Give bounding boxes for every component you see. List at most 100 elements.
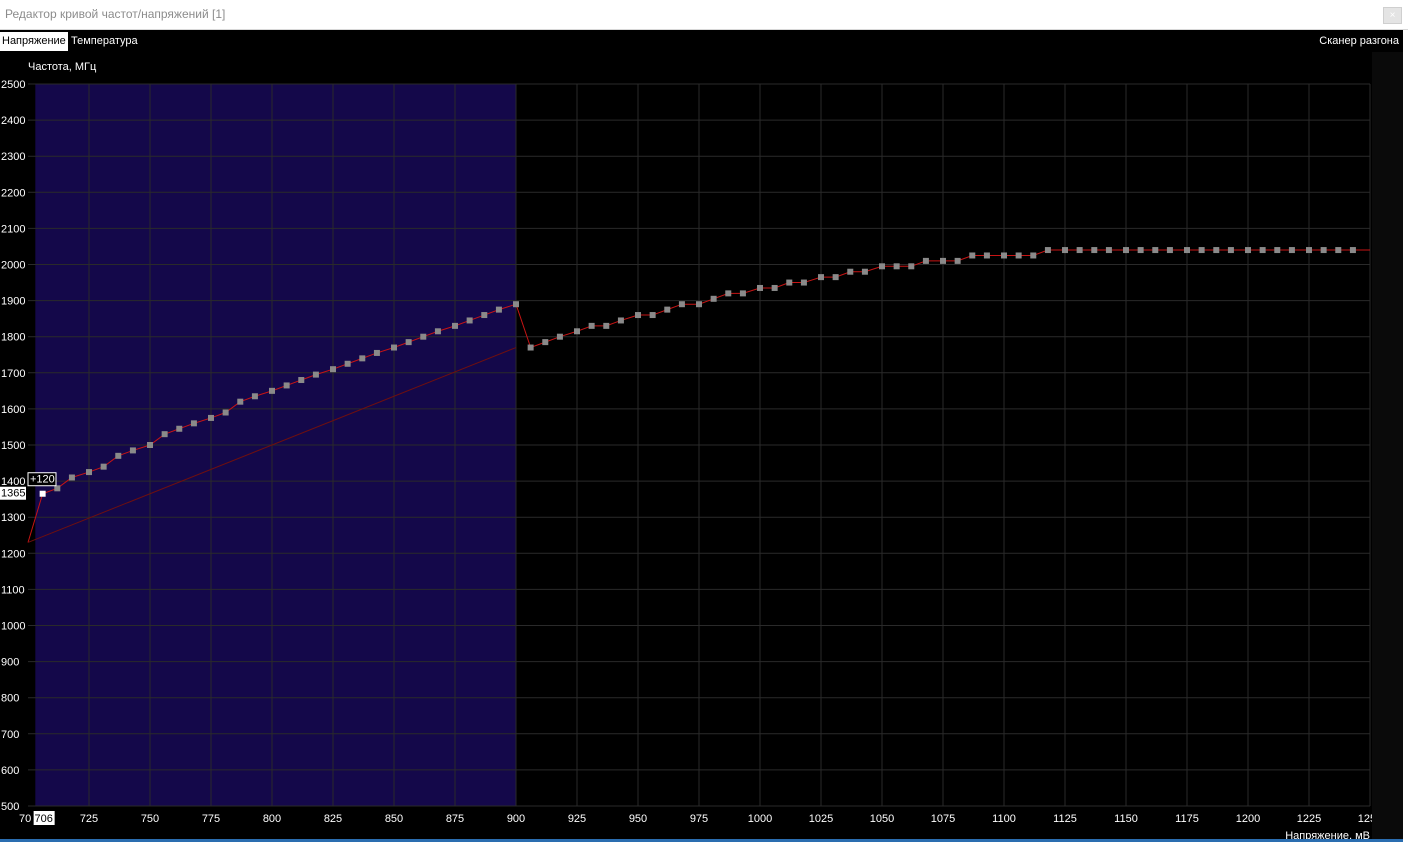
curve-point[interactable] [466,317,473,324]
curve-point[interactable] [481,312,488,319]
curve-point[interactable] [649,312,656,319]
curve-point[interactable] [1349,247,1356,254]
curve-point[interactable] [664,306,671,313]
curve-point[interactable] [603,322,610,329]
curve-point[interactable] [147,442,153,448]
curve-point-selected[interactable] [39,490,46,497]
curve-point[interactable] [1076,247,1083,254]
curve-point[interactable] [283,382,290,389]
curve-point[interactable] [879,263,885,270]
curve-point[interactable] [1288,247,1295,254]
curve-point[interactable] [1259,247,1266,254]
curve-point[interactable] [1213,247,1220,254]
curve-point[interactable] [1062,247,1068,254]
curve-point[interactable] [678,301,685,308]
curve-point[interactable] [1227,247,1234,254]
curve-point[interactable] [115,452,122,459]
curve-point[interactable] [617,317,624,324]
curve-point[interactable] [556,333,563,340]
curve-point[interactable] [391,344,397,351]
curve-point[interactable] [1152,247,1159,254]
curve-point[interactable] [190,420,197,427]
curve-point[interactable] [1198,247,1205,254]
curve-point[interactable] [969,252,976,259]
vf-curve-chart[interactable]: 500 600 700 800 900 1000 1100 1200 1300 1400 1500 1… [0,52,1372,839]
curve-point[interactable] [725,290,732,297]
curve-point[interactable] [818,274,824,281]
curve-point[interactable] [1015,252,1022,259]
curve-point[interactable] [495,306,502,313]
curve-point[interactable] [330,366,336,373]
curve-point[interactable] [696,301,702,308]
curve-point[interactable] [420,333,427,340]
curve-point[interactable] [908,263,915,270]
curve-point[interactable] [269,387,275,394]
curve-point[interactable] [574,328,580,335]
curve-point[interactable] [893,263,900,270]
curve-point[interactable] [237,398,244,405]
close-button[interactable]: × [1383,7,1402,24]
curve-point[interactable] [251,393,258,400]
x-axis-ticks: 70 725 750 775 800 825 850 875 900 925 950 975 1000 1… [19,813,1372,825]
curve-point[interactable] [1335,247,1342,254]
curve-point[interactable] [588,322,595,329]
curve-point[interactable] [1274,247,1281,254]
curve-point[interactable] [1105,247,1112,254]
curve-point[interactable] [344,360,351,367]
oc-scanner-button[interactable]: Сканер разгона [1319,32,1399,51]
curve-point[interactable] [129,447,136,454]
curve-point[interactable] [847,268,854,275]
x-axis-label: Напряжение, мВ [1285,830,1370,839]
curve-point[interactable] [861,268,868,275]
curve-point[interactable] [832,274,839,281]
curve-point[interactable] [1030,252,1037,259]
curve-point[interactable] [739,290,746,297]
y-tick-label: 1200 [1,548,25,560]
y-tick-label: 2500 [1,79,25,91]
curve-point[interactable] [800,279,807,286]
curve-point[interactable] [100,463,107,470]
curve-point[interactable] [527,344,534,351]
curve-point[interactable] [757,284,763,291]
curve-point[interactable] [312,371,319,378]
curve-point[interactable] [771,284,778,291]
curve-point[interactable] [786,279,793,286]
curve-point[interactable] [298,377,305,384]
curve-point[interactable] [513,301,519,308]
curve-point[interactable] [1245,247,1251,254]
curve-point[interactable] [1184,247,1190,254]
curve-point[interactable] [710,295,717,302]
curve-point[interactable] [176,425,183,432]
curve-point[interactable] [434,328,441,335]
curve-point[interactable] [1123,247,1129,254]
y-tick-label: 500 [1,801,19,813]
tab-voltage[interactable]: Напряжение [0,32,68,51]
y-tick-label: 1400 [1,476,25,488]
curve-point[interactable] [1001,252,1007,259]
curve-point[interactable] [373,349,380,356]
curve-point[interactable] [452,322,458,329]
tab-temperature[interactable]: Температура [69,32,140,51]
curve-point[interactable] [1306,247,1312,254]
curve-point[interactable] [1137,247,1144,254]
grid [28,83,1371,807]
curve-point[interactable] [208,414,214,421]
x-tick-label: 750 [141,813,159,825]
curve-point[interactable] [922,257,929,264]
curve-point[interactable] [940,257,946,264]
curve-point[interactable] [983,252,990,259]
curve-point[interactable] [1091,247,1098,254]
curve-point[interactable] [359,355,366,362]
curve-point[interactable] [161,431,168,438]
curve-point[interactable] [86,469,92,476]
curve-point[interactable] [1320,247,1327,254]
curve-point[interactable] [405,339,412,346]
curve-point[interactable] [635,312,641,319]
curve-point[interactable] [542,339,549,346]
curve-point[interactable] [954,257,961,264]
curve-point[interactable] [1166,247,1173,254]
curve-point[interactable] [222,409,229,416]
curve-point[interactable] [68,474,75,481]
y-axis-label: Частота, МГц [28,61,97,73]
curve-point[interactable] [1044,247,1051,254]
